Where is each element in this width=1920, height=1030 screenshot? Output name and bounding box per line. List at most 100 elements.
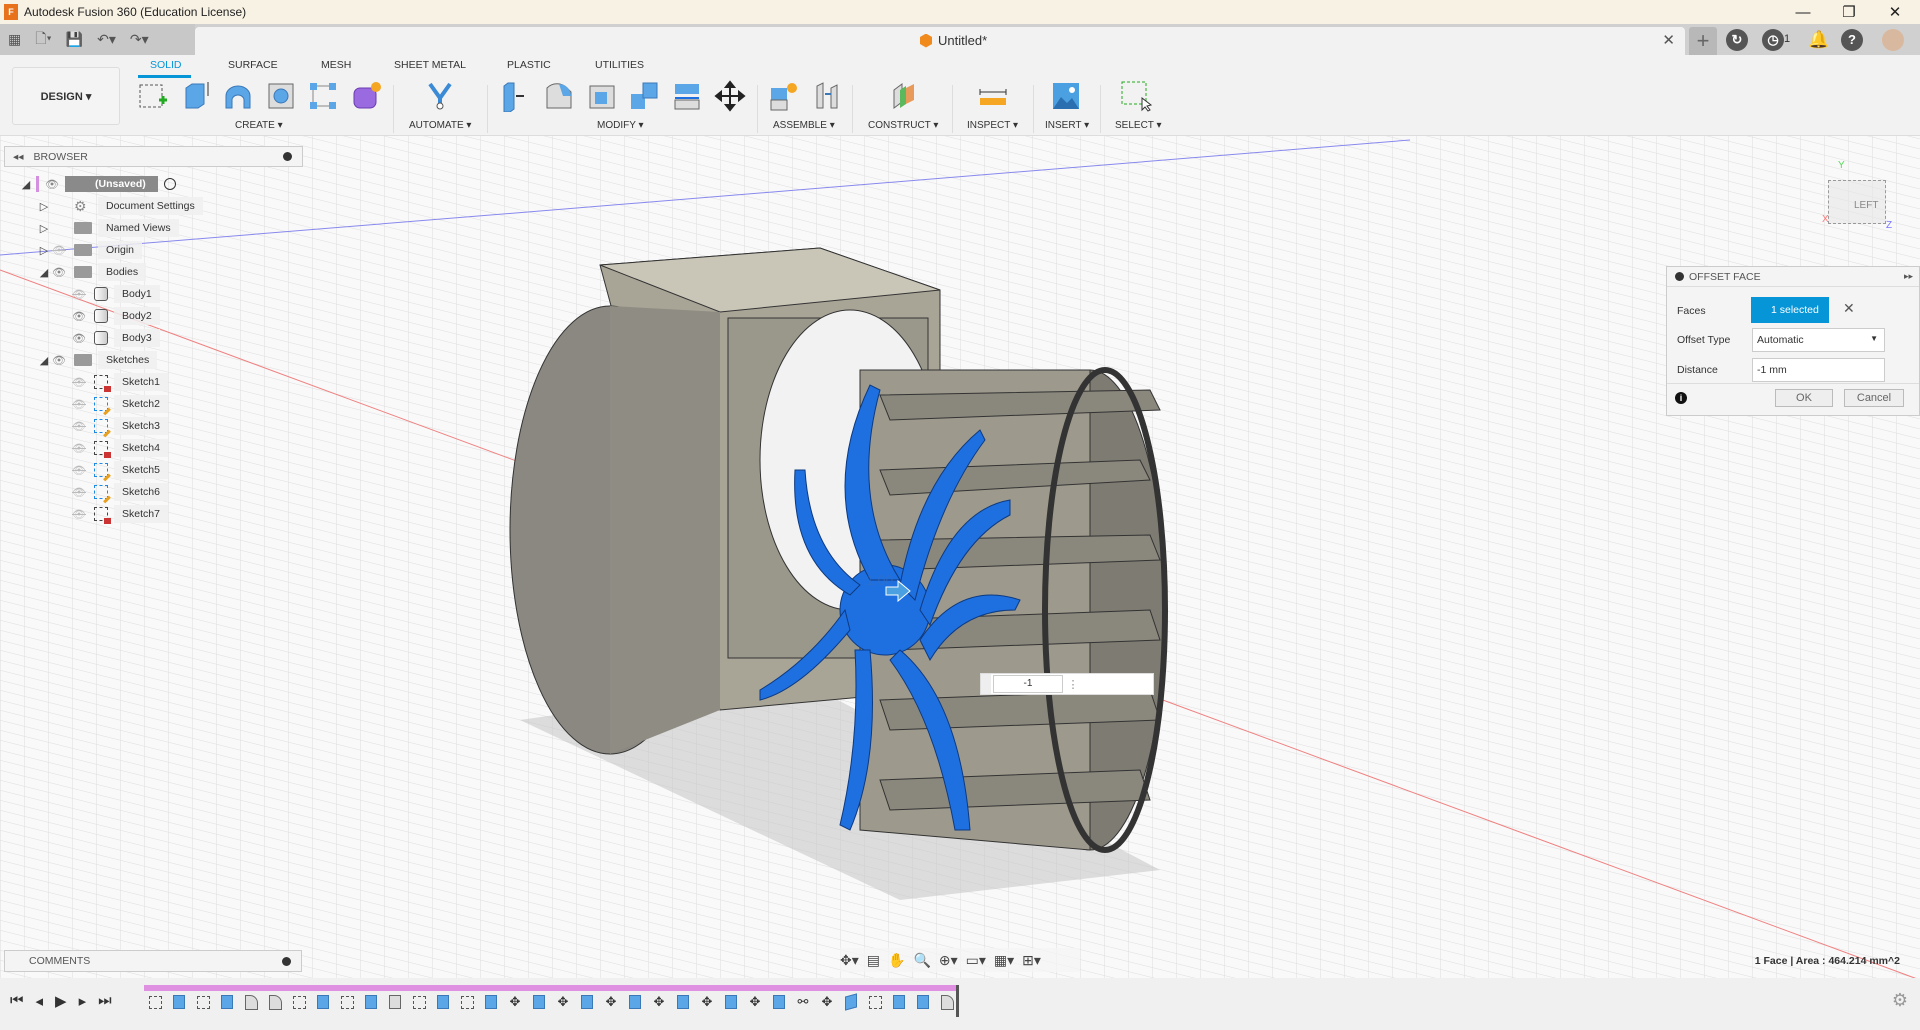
expand-triangle-icon[interactable]: ◢	[20, 178, 32, 191]
timeline-track[interactable]	[144, 985, 958, 991]
timeline-sketch-feature[interactable]	[866, 993, 884, 1011]
timeline-extrude-feature[interactable]	[314, 993, 332, 1011]
press-pull-icon[interactable]	[500, 80, 532, 112]
combine-icon[interactable]	[628, 80, 660, 112]
go-to-end-icon[interactable]: ⏭	[98, 992, 112, 1010]
timeline-move-feature[interactable]: ✥	[746, 993, 764, 1011]
timeline-combine-feature[interactable]	[842, 993, 860, 1011]
timeline-marker[interactable]	[956, 985, 959, 1017]
revolve-icon[interactable]	[222, 80, 254, 112]
notifications-bell-icon[interactable]: 🔔	[1808, 29, 1830, 51]
display-settings-icon[interactable]: ▭▾	[966, 952, 986, 969]
drag-handle[interactable]	[981, 674, 991, 694]
expand-triangle-icon[interactable]: ▷	[38, 222, 50, 235]
3d-viewport[interactable]: 1.00	[0, 136, 1920, 978]
collapse-triangle-icon[interactable]: ◢	[38, 266, 50, 279]
timeline-sketch-feature[interactable]	[458, 993, 476, 1011]
ok-button[interactable]: OK	[1775, 389, 1833, 407]
go-to-start-icon[interactable]: ⏮	[10, 992, 24, 1010]
select-menu[interactable]: SELECT ▾	[1115, 120, 1162, 131]
model-canvas[interactable]: 1.00	[0, 136, 1920, 978]
construct-plane-icon[interactable]	[888, 80, 920, 112]
tree-item[interactable]: 👁 Body3	[20, 327, 203, 349]
new-tab-button[interactable]: +	[1689, 27, 1717, 55]
data-panel-grid-icon[interactable]: ▦	[8, 31, 21, 48]
timeline-sketch-feature[interactable]	[410, 993, 428, 1011]
pattern-icon[interactable]	[307, 80, 339, 112]
timeline-move-feature[interactable]: ✥	[602, 993, 620, 1011]
timeline-extrude-feature[interactable]	[890, 993, 908, 1011]
expand-triangle-icon[interactable]: ▷	[38, 200, 50, 213]
hidden-eye-icon[interactable]: 👁	[70, 288, 88, 301]
timeline-fillet-feature[interactable]	[938, 993, 956, 1011]
timeline-extrude-feature[interactable]	[770, 993, 788, 1011]
visibility-eye-icon[interactable]: 👁	[43, 178, 61, 191]
tree-item[interactable]: 👁 Sketch1	[20, 371, 203, 393]
activate-radio-icon[interactable]	[163, 178, 176, 190]
collapse-browser-icon[interactable]: ◂◂	[13, 151, 24, 163]
hidden-eye-icon[interactable]: 👁	[70, 464, 88, 477]
play-icon[interactable]: ▶	[55, 992, 67, 1010]
pan-hand-icon[interactable]: ✋	[888, 952, 905, 969]
timeline-extrude-feature[interactable]	[674, 993, 692, 1011]
insert-menu[interactable]: INSERT ▾	[1045, 120, 1089, 131]
clear-selection-icon[interactable]: ✕	[1843, 300, 1855, 317]
dimension-input-box[interactable]: -1 ⋮	[980, 673, 1154, 695]
tab-utilities[interactable]: UTILITIES	[595, 59, 644, 71]
look-at-icon[interactable]: ▤	[867, 952, 880, 969]
undo-icon[interactable]: ↶▾	[97, 31, 116, 48]
tree-item[interactable]: 👁 Sketch4	[20, 437, 203, 459]
automate-menu[interactable]: AUTOMATE ▾	[409, 120, 471, 131]
extrude-icon[interactable]	[180, 80, 212, 112]
info-icon[interactable]: i	[1675, 392, 1687, 404]
tree-item[interactable]: 👁 Sketch3	[20, 415, 203, 437]
timeline-move-feature[interactable]: ✥	[554, 993, 572, 1011]
tab-sheet-metal[interactable]: SHEET METAL	[394, 59, 466, 71]
tree-item[interactable]: ▷ Named Views	[20, 217, 203, 239]
fillet-icon[interactable]	[543, 80, 575, 112]
select-icon[interactable]	[1120, 80, 1152, 112]
maximize-button[interactable]: ❐	[1826, 0, 1872, 24]
visibility-eye-icon[interactable]: 👁	[50, 266, 68, 279]
timeline-extrude-feature[interactable]	[362, 993, 380, 1011]
tree-item[interactable]: 👁 Body2	[20, 305, 203, 327]
step-forward-icon[interactable]: ▸	[79, 992, 87, 1010]
tree-item[interactable]: 👁 Sketch5	[20, 459, 203, 481]
hidden-eye-icon[interactable]: 👁	[70, 486, 88, 499]
timeline-move-feature[interactable]: ✥	[506, 993, 524, 1011]
timeline-joint-feature[interactable]: ⚯	[794, 993, 812, 1011]
timeline-extrude-feature[interactable]	[626, 993, 644, 1011]
tab-surface[interactable]: SURFACE	[228, 59, 278, 71]
zoom-icon[interactable]: 🔍	[913, 952, 930, 969]
tree-item[interactable]: 👁 Sketch6	[20, 481, 203, 503]
more-options-icon[interactable]: ⋮	[1063, 678, 1083, 691]
measure-icon[interactable]	[977, 80, 1009, 112]
hidden-eye-icon[interactable]: 👁	[70, 420, 88, 433]
viewports-icon[interactable]: ⊞▾	[1022, 952, 1041, 969]
joint-icon[interactable]	[811, 80, 843, 112]
dimension-input[interactable]: -1	[993, 675, 1063, 693]
timeline-revolve-feature[interactable]	[266, 993, 284, 1011]
inspect-menu[interactable]: INSPECT ▾	[967, 120, 1018, 131]
collapse-triangle-icon[interactable]: ◢	[38, 354, 50, 367]
viewcube[interactable]: LEFT X Y Z	[1822, 160, 1892, 232]
offset-type-dropdown[interactable]: Automatic ▼	[1752, 328, 1885, 352]
visibility-eye-icon[interactable]: 👁	[50, 354, 68, 367]
hidden-eye-icon[interactable]: 👁	[70, 376, 88, 389]
orbit-icon[interactable]: ✥▾	[840, 952, 859, 969]
timeline-extrude-feature[interactable]	[578, 993, 596, 1011]
timeline-shell-feature[interactable]	[386, 993, 404, 1011]
close-window-button[interactable]: ✕	[1872, 0, 1918, 24]
step-back-icon[interactable]: ◂	[36, 992, 44, 1010]
timeline-sketch-feature[interactable]	[338, 993, 356, 1011]
timeline-extrude-feature[interactable]	[530, 993, 548, 1011]
tree-item[interactable]: 👁 Sketch2	[20, 393, 203, 415]
hidden-eye-icon[interactable]: 👁	[50, 244, 68, 257]
tree-item[interactable]: 👁 Body1	[20, 283, 203, 305]
visibility-eye-icon[interactable]: 👁	[70, 310, 88, 323]
tab-mesh[interactable]: MESH	[321, 59, 351, 71]
create-sketch-icon[interactable]	[137, 80, 169, 112]
hole-icon[interactable]	[265, 80, 297, 112]
minimize-button[interactable]: —	[1780, 0, 1826, 24]
timeline-sketch-feature[interactable]	[290, 993, 308, 1011]
